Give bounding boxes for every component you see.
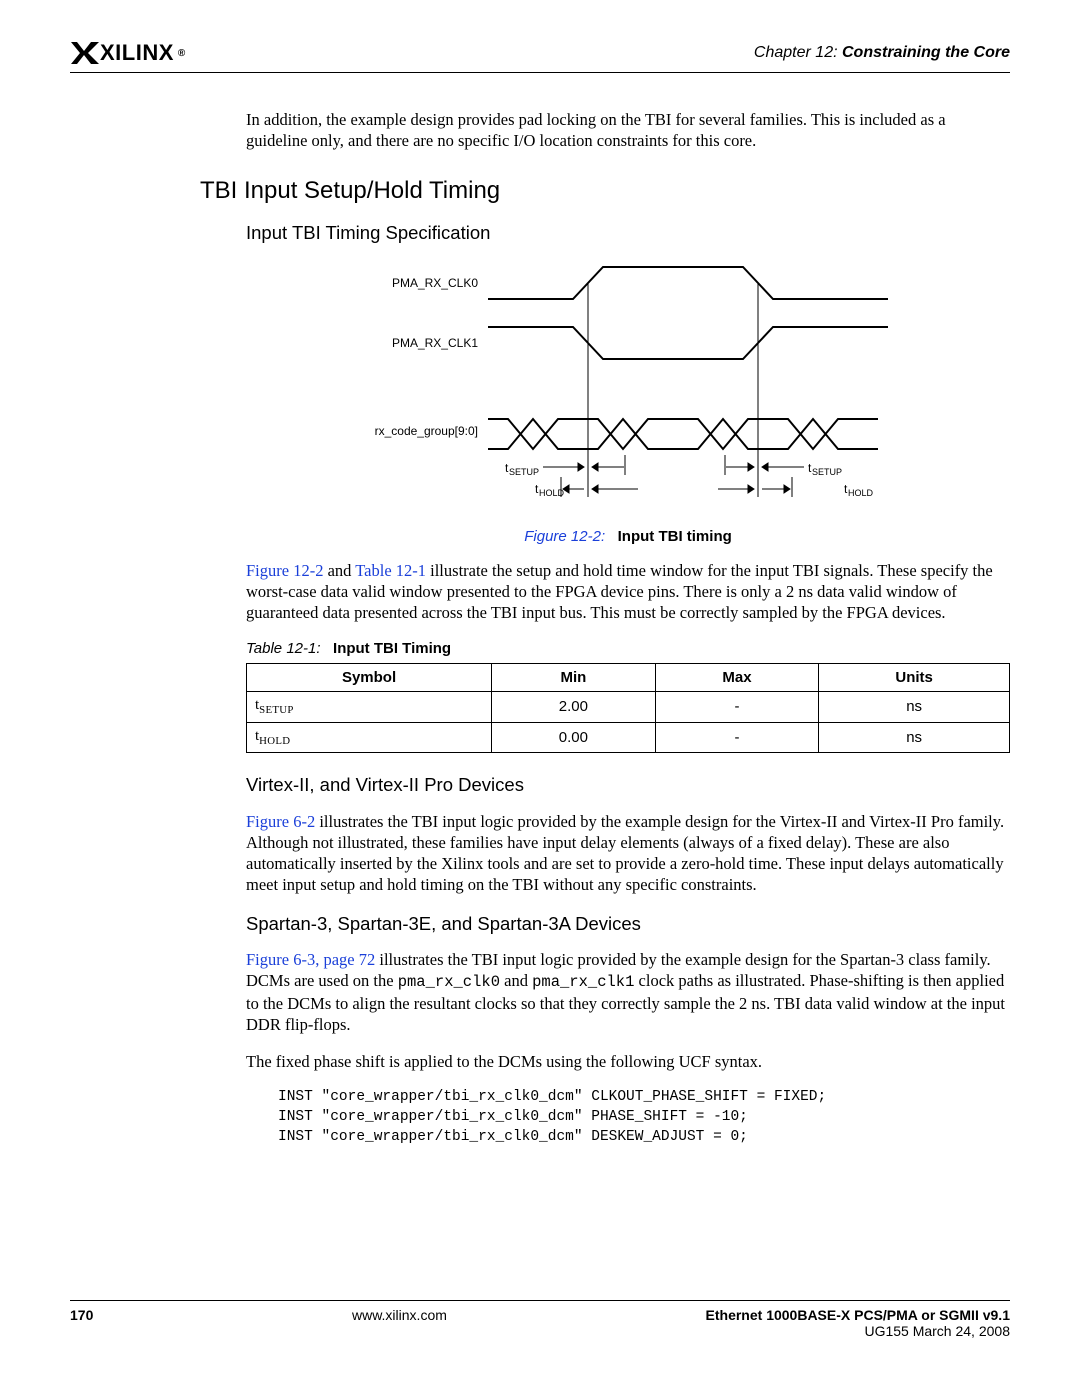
logo-registered: ® (178, 48, 186, 59)
figure-caption: Figure 12-2: Input TBI timing (246, 527, 1010, 546)
spartan-paragraph-2: The fixed phase shift is applied to the … (246, 1051, 1010, 1072)
page-number: 170 (70, 1307, 93, 1339)
logo-text: XILINX (100, 40, 174, 66)
diagram-label-clk1: PMA_RX_CLK1 (392, 336, 478, 350)
col-min: Min (492, 663, 656, 691)
page-footer: 170 www.xilinx.com Ethernet 1000BASE-X P… (70, 1300, 1010, 1339)
paragraph-after-figure: Figure 12-2 and Table 12-1 illustrate th… (246, 560, 1010, 623)
footer-url[interactable]: www.xilinx.com (352, 1307, 447, 1339)
table-row: tHOLD 0.00 - ns (247, 722, 1010, 753)
tsetup-sub-right: SETUP (812, 467, 842, 477)
col-symbol: Symbol (247, 663, 492, 691)
diagram-label-data: rx_code_group[9:0] (375, 424, 478, 438)
virtex-figure-link[interactable]: Figure 6-2 (246, 812, 315, 831)
spartan-figure-link[interactable]: Figure 6-3, page 72 (246, 950, 375, 969)
table-title: Input TBI Timing (333, 640, 451, 657)
figure-link[interactable]: Figure 12-2 (246, 561, 323, 580)
table-caption: Table 12-1: Input TBI Timing (246, 639, 1010, 658)
chapter-label: Chapter 12: (754, 44, 838, 61)
virtex-paragraph: Figure 6-2 illustrates the TBI input log… (246, 811, 1010, 895)
table-number: Table 12-1: (246, 640, 321, 657)
timing-diagram: PMA_RX_CLK0 PMA_RX_CLK1 rx_code_group[9:… (348, 259, 908, 519)
figure-title: Input TBI timing (618, 528, 732, 545)
page-header: XILINX ® Chapter 12: Constraining the Co… (70, 40, 1010, 73)
xilinx-logo: XILINX ® (70, 40, 186, 66)
thold-sub-left: HOLD (539, 488, 565, 498)
footer-doc-title: Ethernet 1000BASE-X PCS/PMA or SGMII v9.… (706, 1307, 1010, 1323)
table-link[interactable]: Table 12-1 (355, 561, 426, 580)
xilinx-logo-icon (70, 41, 100, 65)
ucf-code-block: INST "core_wrapper/tbi_rx_clk0_dcm" CLKO… (278, 1088, 1010, 1147)
tsetup-sub-left: SETUP (509, 467, 539, 477)
col-max: Max (655, 663, 819, 691)
subsection-spartan: Spartan-3, Spartan-3E, and Spartan-3A De… (246, 912, 1010, 936)
table-header-row: Symbol Min Max Units (247, 663, 1010, 691)
spartan-paragraph-1: Figure 6-3, page 72 illustrates the TBI … (246, 949, 1010, 1035)
subsection-virtex: Virtex-II, and Virtex-II Pro Devices (246, 773, 1010, 797)
timing-table: Symbol Min Max Units tSETUP 2.00 - ns tH… (246, 663, 1010, 754)
intro-paragraph: In addition, the example design provides… (246, 109, 1010, 151)
section-heading: TBI Input Setup/Hold Timing (200, 177, 1010, 205)
subsection-input-spec: Input TBI Timing Specification (246, 221, 1010, 245)
chapter-reference: Chapter 12: Constraining the Core (754, 44, 1010, 62)
diagram-label-clk0: PMA_RX_CLK0 (392, 276, 478, 290)
thold-sub-right: HOLD (848, 488, 874, 498)
figure-number: Figure 12-2: (524, 528, 605, 545)
col-units: Units (819, 663, 1010, 691)
footer-doc-sub: UG155 March 24, 2008 (706, 1323, 1010, 1339)
footer-doc: Ethernet 1000BASE-X PCS/PMA or SGMII v9.… (706, 1307, 1010, 1339)
chapter-title: Constraining the Core (842, 44, 1010, 61)
table-row: tSETUP 2.00 - ns (247, 691, 1010, 722)
